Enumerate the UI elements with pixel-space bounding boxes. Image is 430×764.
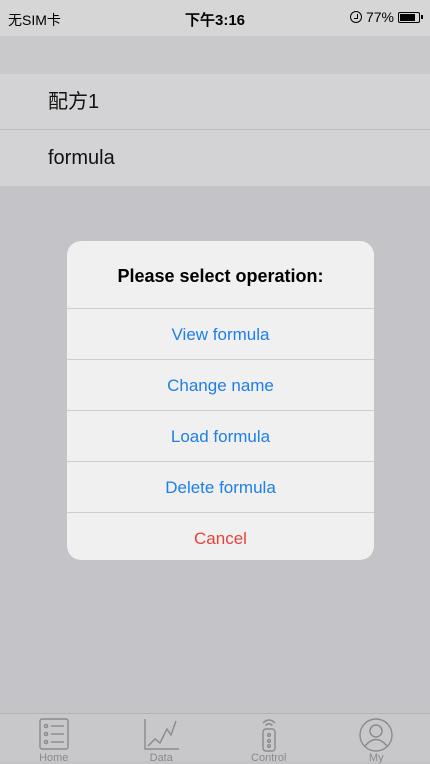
tab-control[interactable]: Control [215,714,323,761]
remote-icon [257,717,281,753]
view-formula-button[interactable]: View formula [67,309,374,360]
tab-my[interactable]: My [323,714,430,761]
list-item[interactable]: formula [0,130,430,186]
tab-home[interactable]: Home [0,714,108,761]
change-name-button[interactable]: Change name [67,360,374,411]
nav-bar [0,36,430,74]
tab-data[interactable]: Data [108,714,216,761]
battery-area: 77% [350,9,420,25]
battery-icon [398,12,420,23]
rotation-lock-icon [350,11,362,23]
tab-label: Control [215,752,323,764]
status-bar: 无SIM卡 下午3:16 77% [0,0,430,36]
battery-percent: 77% [366,9,394,25]
tab-label: My [323,752,430,764]
formula-list: 配方1 formula [0,74,430,186]
tab-bar: Home Data Control My [0,713,430,761]
delete-formula-button[interactable]: Delete formula [67,462,374,513]
list-icon [37,717,71,751]
alert-title: Please select operation: [67,241,374,309]
tab-label: Home [0,752,108,764]
load-formula-button[interactable]: Load formula [67,411,374,462]
cancel-button[interactable]: Cancel [67,513,374,560]
user-icon [358,717,394,753]
list-item[interactable]: 配方1 [0,74,430,130]
chart-icon [141,717,181,751]
tab-label: Data [108,752,216,764]
operation-alert: Please select operation: View formula Ch… [67,241,374,560]
